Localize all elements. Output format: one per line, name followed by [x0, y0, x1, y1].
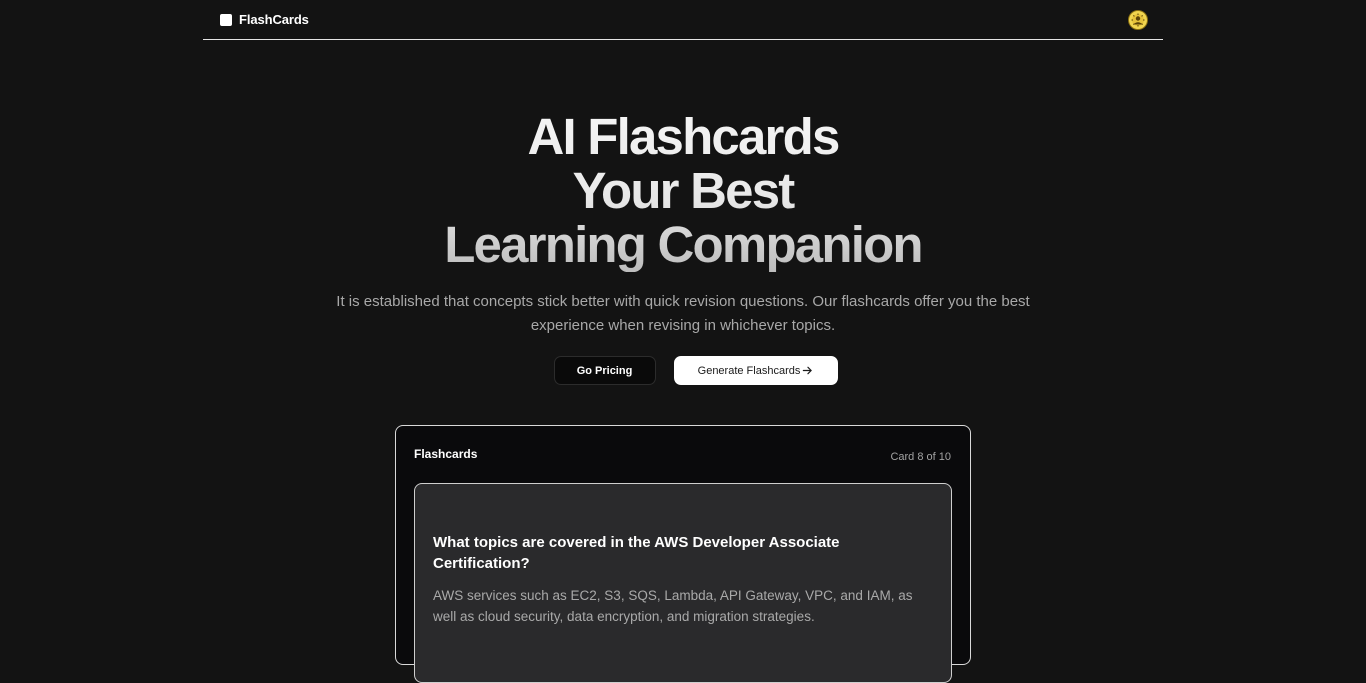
generate-flashcards-button[interactable]: Generate Flashcards	[673, 356, 838, 385]
top-navbar: FlashCards	[203, 0, 1163, 40]
hero-actions: Go Pricing Generate Flashcards	[0, 356, 1366, 385]
card-counter: Card 8 of 10	[890, 451, 951, 463]
generate-flashcards-label: Generate Flashcards	[697, 364, 801, 377]
flashcard-answer: AWS services such as EC2, S3, SQS, Lambd…	[433, 588, 913, 624]
brand-name: FlashCards	[239, 12, 309, 27]
go-pricing-button[interactable]: Go Pricing	[553, 356, 656, 385]
user-avatar-icon[interactable]	[1128, 9, 1148, 30]
flashcards-panel: Flashcards Card 8 of 10 What topics are …	[395, 425, 971, 683]
hero-title-line: AI Flashcards	[527, 108, 839, 165]
hero-title-line: Learning Companion	[444, 216, 922, 273]
flashcard-question: What topics are covered in the AWS Devel…	[433, 534, 840, 572]
arrow-right-icon	[802, 365, 813, 376]
hero-title-line: Your Best	[572, 162, 794, 219]
brand[interactable]: FlashCards	[220, 12, 309, 27]
logo-square-icon	[220, 13, 232, 26]
hero-title: AI Flashcards Your Best Learning Compani…	[0, 110, 1366, 272]
hero-subtitle: It is established that concepts stick be…	[336, 293, 1030, 334]
flashcard[interactable]: What topics are covered in the AWS Devel…	[414, 483, 952, 683]
flashcards-panel-title: Flashcards	[414, 447, 478, 461]
